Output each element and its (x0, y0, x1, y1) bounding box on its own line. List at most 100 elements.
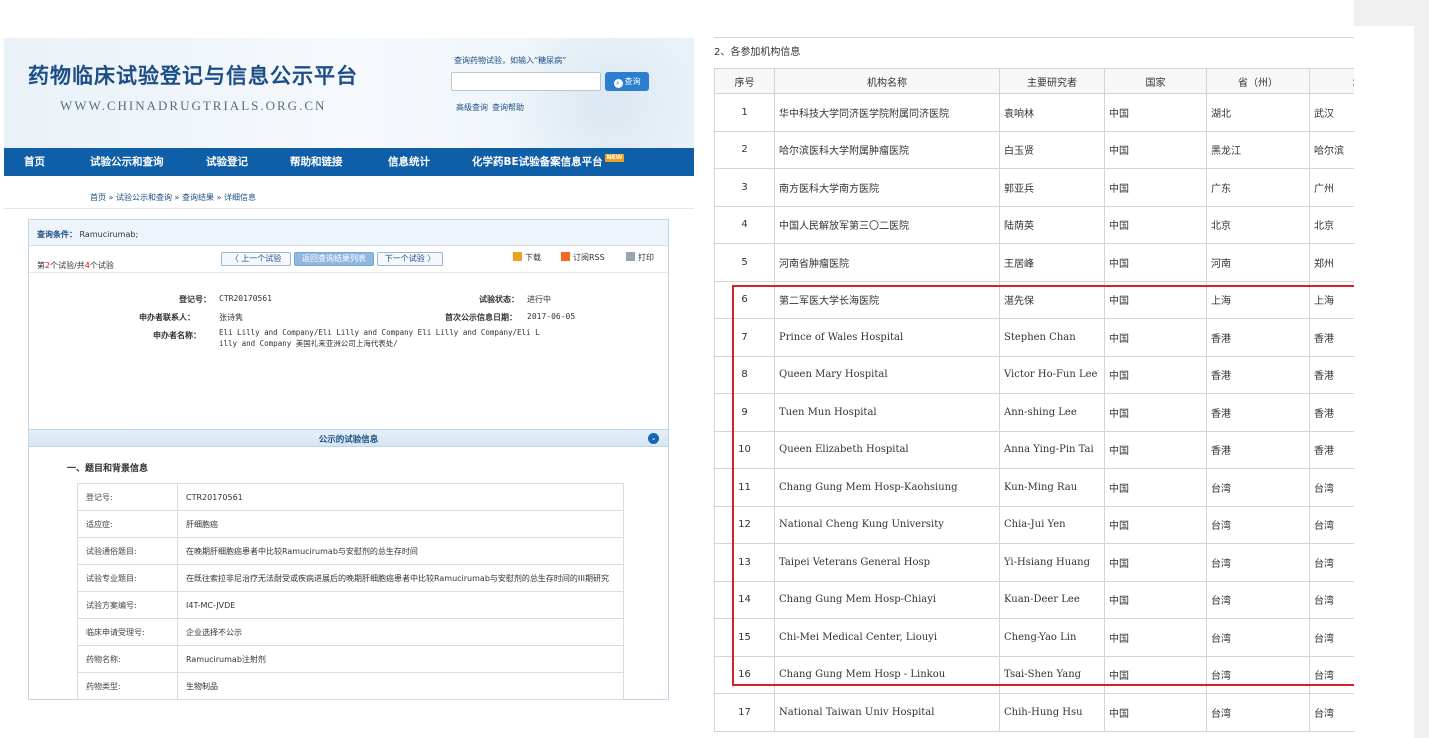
table-row: 15 Chi-Mei Medical Center, Liouyi Cheng-Ya… (714, 618, 1416, 657)
status-value: 进行中 (527, 295, 551, 304)
chevron-down-icon[interactable]: ⌄ (648, 433, 659, 444)
site-org: Chi-Mei Medical Center, Liouyi (774, 618, 1000, 657)
table-row: 7 Prince of Wales Hospital Stephen Chan 中国香… (714, 318, 1416, 357)
site-province: 台湾 (1206, 693, 1310, 732)
table-row: 药物名称: Ramucirumab注射剂 (77, 645, 624, 673)
prev-trial-button[interactable]: 〈 上一个试验 (221, 252, 291, 266)
table-row: 4 中国人民解放军第三〇二医院 陆荫英 中国 北京 北京 (714, 205, 1416, 244)
col-header-province: 省（州） (1206, 68, 1310, 94)
site-no: 6 (714, 280, 775, 319)
nav-home[interactable]: 首页 (24, 148, 45, 176)
site-country: 中国 (1104, 243, 1207, 282)
first-date-value: 2017-06-05 (527, 312, 576, 321)
rss-button[interactable]: 订阅RSS (561, 252, 605, 263)
site-no: 9 (714, 393, 775, 432)
public-info-bar[interactable]: 公示的试验信息 ⌄ (29, 429, 668, 447)
table-row: 17 National Taiwan Univ Hospital Chih-Hung… (714, 693, 1416, 732)
advanced-search-link[interactable]: 高级查询 (456, 103, 488, 112)
row-value: CTR20170561 (177, 483, 624, 511)
scrollbar-thumb[interactable] (1354, 26, 1414, 738)
counter-prefix: 第 (37, 261, 45, 270)
site-country: 中国 (1104, 280, 1207, 319)
site-no: 7 (714, 318, 775, 357)
sponsor-value-line2: illy and Company 美国礼来亚洲公司上海代表处/ (219, 339, 398, 348)
nav-statistics[interactable]: 信息统计 (388, 148, 430, 176)
new-badge: NEW (604, 154, 625, 162)
site-org: Taipei Veterans General Hosp (774, 543, 1000, 582)
table-row: 试验方案编号: I4T-MC-JVDE (77, 591, 624, 619)
site-org: Queen Elizabeth Hospital (774, 430, 1000, 469)
table-row: 药物类型: 生物制品 (77, 672, 624, 700)
row-value: 在晚期肝细胞癌患者中比较Ramucirumab与安慰剂的总生存时间 (177, 537, 624, 565)
site-investigator: Kuan-Deer Lee (999, 580, 1105, 619)
site-province: 香港 (1206, 355, 1310, 394)
query-condition: 查询条件： Ramucirumab; (37, 229, 138, 240)
site-no: 12 (714, 505, 775, 544)
row-key: 登记号: (77, 483, 178, 511)
search-button[interactable]: ⌕ 查询 (605, 72, 649, 91)
site-org: Chang Gung Mem Hosp - Linkou (774, 655, 1000, 694)
site-country: 中国 (1104, 468, 1207, 507)
site-investigator: 白玉贤 (999, 130, 1105, 169)
sites-table: 序号 机构名称 主要研究者 国家 省（州） 城市 1华中科技大学同济医学院附属同… (714, 68, 1416, 732)
contact-label: 申办者联系人： (139, 313, 195, 322)
site-no: 3 (714, 168, 775, 207)
print-button[interactable]: 打印 (626, 252, 654, 263)
reg-no-label: 登记号： (179, 295, 211, 304)
search-input[interactable] (451, 72, 601, 91)
nav-trial-search[interactable]: 试验公示和查询 (90, 148, 164, 176)
back-to-list-button[interactable]: 返回查询结果列表 (294, 252, 374, 266)
site-org: Tuen Mun Hospital (774, 393, 1000, 432)
table-row: 2 哈尔滨医科大学附属肿瘤医院 白玉贤 中国 黑龙江 哈尔滨 (714, 130, 1416, 169)
download-button[interactable]: 下载 (513, 252, 541, 263)
scrollbar[interactable] (1354, 0, 1429, 738)
site-province: 台湾 (1206, 580, 1310, 619)
basic-info-table: 登记号: CTR20170561 适应症: 肝细胞癌 试验通俗题目: 在晚期肝细胞癌患者中… (77, 483, 624, 700)
query-condition-bar: 查询条件： Ramucirumab; (29, 220, 668, 246)
nav-trial-register[interactable]: 试验登记 (206, 148, 248, 176)
site-no: 4 (714, 205, 775, 244)
col-header-country: 国家 (1104, 68, 1207, 94)
site-investigator: Tsai-Shen Yang (999, 655, 1105, 694)
site-country: 中国 (1104, 205, 1207, 244)
row-value: I4T-MC-JVDE (177, 591, 624, 619)
table-row: 9 Tuen Mun Hospital Ann-shing Lee 中国 香港 香港 (714, 393, 1416, 432)
site-country: 中国 (1104, 655, 1207, 694)
download-label: 下载 (525, 253, 541, 262)
site-no: 11 (714, 468, 775, 507)
table-row: 适应症: 肝细胞癌 (77, 510, 624, 538)
site-country: 中国 (1104, 693, 1207, 732)
site-org: National Cheng Kung University (774, 505, 1000, 544)
site-investigator: Ann-shing Lee (999, 393, 1105, 432)
site-investigator: 郭亚兵 (999, 168, 1105, 207)
table-row: 1 华中科技大学同济医学院附属同济医院 袁响林 中国 湖北 武汉 (714, 93, 1416, 132)
table-row: 11 Chang Gung Mem Hosp-Kaohsiung Kun-Ming … (714, 468, 1416, 507)
site-province: 台湾 (1206, 505, 1310, 544)
public-info-title: 公示的试验信息 (318, 435, 379, 445)
nav-be-platform[interactable]: 化学药BE试验备案信息平台 NEW (472, 148, 625, 176)
site-org: Chang Gung Mem Hosp-Kaohsiung (774, 468, 1000, 507)
site-country: 中国 (1104, 543, 1207, 582)
row-value: 生物制品 (177, 672, 624, 700)
trial-counter: 第2个试验/共4个试验 (37, 260, 114, 271)
site-no: 14 (714, 580, 775, 619)
search-help-link[interactable]: 查询帮助 (492, 103, 524, 112)
section-title: 一、题目和背景信息 (67, 464, 149, 474)
site-province: 香港 (1206, 430, 1310, 469)
row-key: 试验方案编号: (77, 591, 178, 619)
download-icon (513, 252, 522, 261)
next-trial-button[interactable]: 下一个试验 〉 (377, 252, 443, 266)
section-title-sites: 2、各参加机构信息 (714, 47, 801, 58)
nav-help-links[interactable]: 帮助和链接 (290, 148, 343, 176)
table-row: 5 河南省肿瘤医院 王居峰 中国 河南 郑州 (714, 243, 1416, 282)
site-country: 中国 (1104, 430, 1207, 469)
table-row: 14 Chang Gung Mem Hosp-Chiayi Kuan-Deer Le… (714, 580, 1416, 619)
row-value: 企业选择不公示 (177, 618, 624, 646)
site-country: 中国 (1104, 130, 1207, 169)
trial-content: 查询条件： Ramucirumab; 第2个试验/共4个试验 〈 上一个试验 返… (28, 219, 669, 700)
query-label: 查询条件： (37, 230, 77, 239)
row-key: 适应症: (77, 510, 178, 538)
contact-value: 张诗隽 (219, 313, 243, 322)
site-province: 黑龙江 (1206, 130, 1310, 169)
trial-detail-page: 药物临床试验登记与信息公示平台 WWW.CHINADRUGTRIALS.ORG.… (4, 38, 694, 700)
